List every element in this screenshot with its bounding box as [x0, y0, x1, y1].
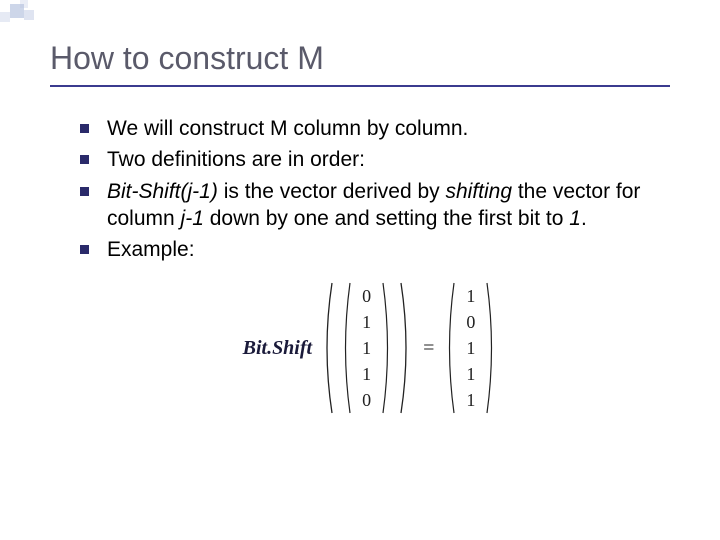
right-paren-icon — [485, 281, 497, 415]
vector-entry: 0 — [362, 287, 371, 305]
left-paren-icon — [320, 281, 334, 415]
bullet-text: We will construct M column by column. — [107, 115, 468, 142]
bullet-item: Example: — [80, 236, 660, 263]
bullet-text: Two definitions are in order: — [107, 146, 365, 173]
term-one: 1 — [569, 207, 581, 230]
term-bitshift: Bit-Shift(j-1) — [107, 180, 218, 203]
square-bullet-icon — [80, 187, 89, 196]
vector-entry: 1 — [466, 339, 475, 357]
term-j-minus-1: j-1 — [181, 207, 204, 230]
vector-entry: 1 — [466, 391, 475, 409]
vector-entry: 1 — [362, 365, 371, 383]
vector-entry: 0 — [466, 313, 475, 331]
slide-title: How to construct M — [50, 40, 670, 87]
right-paren-icon — [381, 281, 393, 415]
right-paren-icon — [399, 281, 413, 415]
vector-entry: 0 — [362, 391, 371, 409]
bullet-text: Bit-Shift(j-1) is the vector derived by … — [107, 178, 660, 233]
bullet-item: Bit-Shift(j-1) is the vector derived by … — [80, 178, 660, 233]
vector-entry: 1 — [466, 365, 475, 383]
term-shifting: shifting — [445, 180, 512, 203]
formula: Bit.Shift 0 1 1 1 0 = 1 0 1 1 — [80, 281, 660, 415]
bullet-item: We will construct M column by column. — [80, 115, 660, 142]
square-bullet-icon — [80, 245, 89, 254]
vector-entry: 1 — [362, 313, 371, 331]
vector-entry: 1 — [362, 339, 371, 357]
left-paren-icon — [340, 281, 352, 415]
square-bullet-icon — [80, 155, 89, 164]
input-vector: 0 1 1 1 0 — [358, 283, 375, 413]
output-vector: 1 0 1 1 1 — [462, 283, 479, 413]
content-area: We will construct M column by column. Tw… — [0, 97, 720, 415]
corner-decoration — [0, 0, 60, 30]
left-paren-icon — [444, 281, 456, 415]
bullet-text: Example: — [107, 236, 195, 263]
formula-label: Bit.Shift — [243, 337, 312, 360]
square-bullet-icon — [80, 124, 89, 133]
equals-sign: = — [423, 337, 434, 360]
vector-entry: 1 — [466, 287, 475, 305]
bullet-item: Two definitions are in order: — [80, 146, 660, 173]
